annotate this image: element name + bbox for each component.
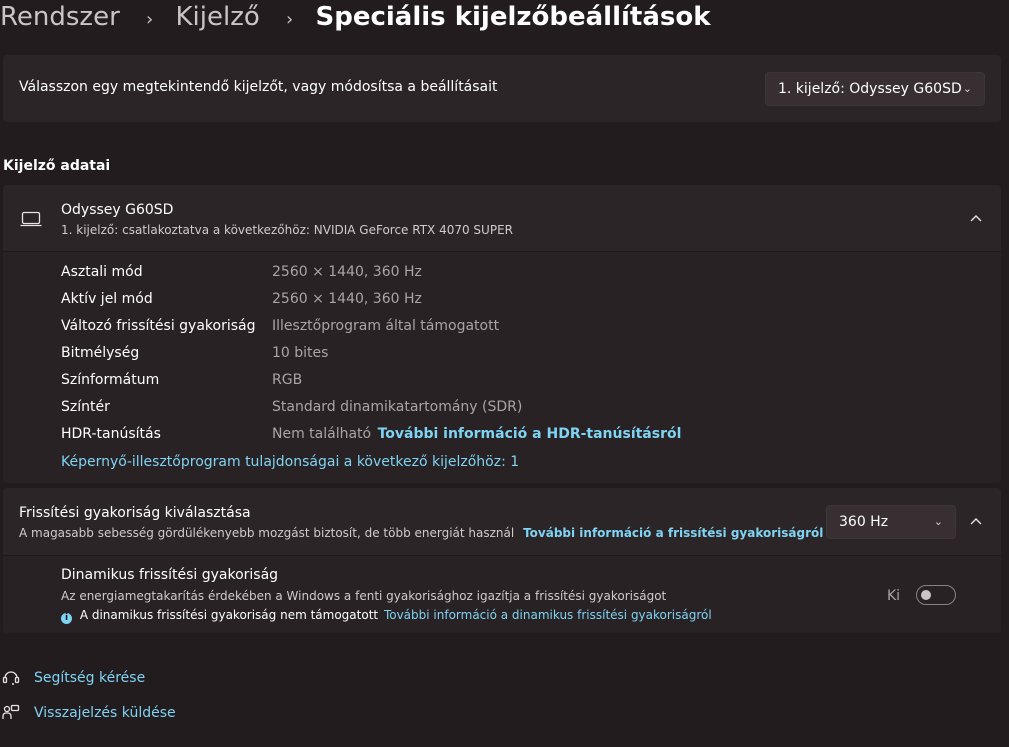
- info-value: 2560 × 1440, 360 Hz: [272, 264, 422, 280]
- toggle-knob: [921, 590, 931, 600]
- dynamic-refresh-toggle-label: Ki: [887, 588, 901, 604]
- breadcrumb-item-display[interactable]: Kijelző: [176, 2, 260, 32]
- info-value: Standard dinamikatartomány (SDR): [272, 399, 523, 415]
- dynamic-refresh-info-link[interactable]: További információ a dinamikus frissítés…: [384, 608, 712, 622]
- chevron-down-icon: ⌄: [933, 515, 943, 528]
- breadcrumb-item-system[interactable]: Rendszer: [0, 2, 120, 32]
- info-label: Színformátum: [61, 372, 160, 388]
- monitor-icon: [20, 211, 42, 227]
- display-info-details: Asztali mód 2560 × 1440, 360 Hz Aktív je…: [3, 252, 1001, 483]
- chevron-right-icon: ›: [146, 9, 154, 30]
- display-select-value: 1. kijelző: Odyssey G60SD: [778, 81, 962, 97]
- help-link[interactable]: Segítség kérése: [34, 670, 145, 686]
- info-label: Bitmélység: [61, 345, 140, 361]
- feedback-link[interactable]: Visszajelzés küldése: [34, 705, 176, 721]
- info-value-hdr: Nem található További információ a HDR-t…: [272, 426, 681, 442]
- chevron-up-icon[interactable]: [970, 517, 982, 525]
- refresh-rate-dropdown[interactable]: 360 Hz ⌄: [826, 505, 956, 539]
- display-info-card: Odyssey G60SD 1. kijelző: csatlakoztatva…: [3, 185, 1001, 483]
- dynamic-refresh-toggle[interactable]: [916, 585, 956, 605]
- display-subtitle: 1. kijelző: csatlakoztatva a következőhö…: [61, 223, 513, 237]
- info-label: Színtér: [61, 399, 110, 415]
- refresh-rate-title: Frissítési gyakoriság kiválasztása: [19, 505, 251, 521]
- info-label: Aktív jel mód: [61, 291, 153, 307]
- dynamic-refresh-row: Dinamikus frissítési gyakoriság Az energ…: [3, 556, 1001, 633]
- breadcrumb: Rendszer › Kijelző › Speciális kijelzőbe…: [0, 0, 1009, 36]
- hdr-status: Nem található: [272, 426, 372, 442]
- dynamic-refresh-note: A dinamikus frissítési gyakoriság nem tá…: [79, 608, 379, 622]
- info-label: Változó frissítési gyakoriság: [61, 318, 256, 334]
- display-name: Odyssey G60SD: [61, 202, 174, 218]
- refresh-rate-description: A magasabb sebesség gördülékenyebb mozgá…: [19, 526, 515, 540]
- page-title: Speciális kijelzőbeállítások: [315, 2, 711, 32]
- help-icon: [2, 671, 20, 685]
- refresh-rate-info-link[interactable]: További információ a frissítési gyakoris…: [523, 526, 823, 540]
- info-value: 2560 × 1440, 360 Hz: [272, 291, 422, 307]
- info-value: Illesztőprogram által támogatott: [272, 318, 500, 334]
- settings-page: Rendszer › Kijelző › Speciális kijelzőbe…: [0, 0, 1009, 747]
- display-select-card: Válasszon egy megtekintendő kijelzőt, va…: [3, 55, 1001, 122]
- adapter-properties-link[interactable]: Képernyő-illesztőprogram tulajdonságai a…: [61, 454, 519, 470]
- refresh-rate-value: 360 Hz: [839, 514, 889, 530]
- display-select-dropdown[interactable]: 1. kijelző: Odyssey G60SD ⌄: [765, 72, 985, 106]
- display-info-header[interactable]: Odyssey G60SD 1. kijelző: csatlakoztatva…: [3, 185, 1001, 251]
- chevron-up-icon: [970, 215, 982, 222]
- display-select-label: Válasszon egy megtekintendő kijelzőt, va…: [19, 79, 498, 95]
- chevron-down-icon: ⌄: [962, 82, 972, 95]
- info-label: Asztali mód: [61, 264, 143, 280]
- info-value: 10 bites: [272, 345, 329, 361]
- help-link-row[interactable]: Segítség kérése: [0, 668, 200, 690]
- dynamic-refresh-title: Dinamikus frissítési gyakoriság: [61, 567, 279, 583]
- refresh-rate-card: Frissítési gyakoriság kiválasztása A mag…: [3, 488, 1001, 633]
- feedback-icon: [2, 704, 20, 719]
- info-value: RGB: [272, 372, 303, 388]
- chevron-right-icon: ›: [286, 9, 294, 30]
- info-label: HDR-tanúsítás: [61, 426, 161, 442]
- info-icon: i: [61, 613, 72, 624]
- refresh-rate-header: Frissítési gyakoriság kiválasztása A mag…: [3, 488, 1001, 555]
- hdr-info-link[interactable]: További információ a HDR-tanúsításról: [378, 426, 682, 442]
- feedback-link-row[interactable]: Visszajelzés küldése: [0, 703, 200, 725]
- refresh-rate-description-row: A magasabb sebesség gördülékenyebb mozgá…: [19, 526, 823, 540]
- section-title-display-info: Kijelző adatai: [3, 158, 111, 174]
- dynamic-refresh-note-row: i A dinamikus frissítési gyakoriság nem …: [61, 608, 712, 624]
- dynamic-refresh-description: Az energiamegtakarítás érdekében a Windo…: [61, 589, 667, 603]
